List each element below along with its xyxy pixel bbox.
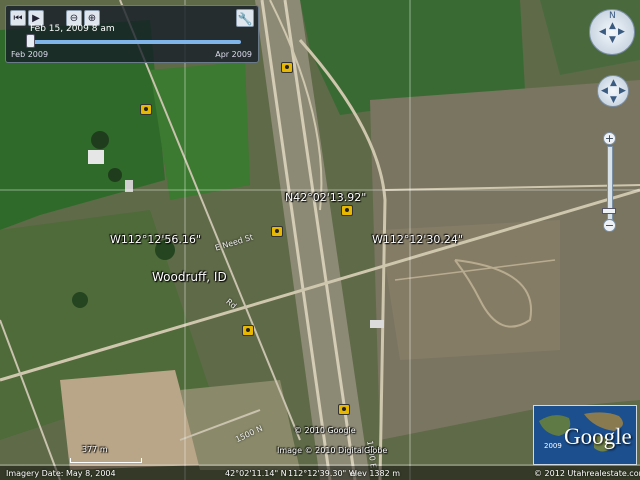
- time-slider-track[interactable]: [26, 40, 241, 44]
- current-date: Feb 15, 2009 8 am: [30, 24, 115, 34]
- pan-right-icon[interactable]: ▶: [619, 87, 626, 96]
- time-start-label: Feb 2009: [11, 50, 49, 59]
- copyright-digitalglobe: Image © 2010 DigitalGlobe: [277, 446, 388, 455]
- longitude-label-right: W112°12'30.24": [372, 233, 463, 246]
- pointer-longitude: 112°12'39.30" W: [288, 469, 357, 478]
- wrench-icon[interactable]: 🔧: [236, 9, 254, 27]
- camera-icon[interactable]: [242, 325, 254, 336]
- tilt-down-icon[interactable]: ▼: [609, 36, 616, 45]
- time-slider-thumb[interactable]: [26, 34, 36, 48]
- time-end-label: Apr 2009: [215, 50, 252, 59]
- camera-icon[interactable]: [338, 404, 350, 415]
- tilt-right-icon[interactable]: ▶: [618, 28, 625, 37]
- place-label-woodruff[interactable]: Woodruff, ID: [152, 270, 227, 284]
- north-icon[interactable]: N: [609, 12, 616, 21]
- overview-year: 2009: [544, 442, 562, 450]
- pan-left-icon[interactable]: ◀: [601, 87, 608, 96]
- pan-control-icon[interactable]: ▲ ◀ ▶ ▼: [597, 75, 629, 107]
- camera-icon[interactable]: [140, 104, 152, 115]
- copyright-google: © 2010 Google: [294, 426, 356, 435]
- tilt-left-icon[interactable]: ◀: [599, 28, 606, 37]
- step-back-icon[interactable]: ⏮: [10, 10, 26, 26]
- longitude-label-left: W112°12'56.16": [110, 233, 201, 246]
- camera-icon[interactable]: [281, 62, 293, 73]
- scale-label: 377 m: [82, 445, 108, 454]
- pan-down-icon[interactable]: ▼: [610, 96, 617, 105]
- zoom-out-icon[interactable]: −: [603, 219, 616, 232]
- zoom-in-icon[interactable]: +: [603, 132, 616, 145]
- compass-icon[interactable]: N ▲ ◀ ▶ ▼: [589, 9, 635, 55]
- status-bar: Imagery Date: May 8, 2004 42°02'11.14" N…: [0, 466, 640, 480]
- zoom-slider-thumb[interactable]: [602, 208, 616, 214]
- tilt-up-icon[interactable]: ▲: [609, 22, 616, 31]
- overview-map[interactable]: Google 2009: [533, 405, 637, 465]
- latitude-label: N42°02'13.92": [285, 191, 367, 204]
- pointer-elevation: elev 1382 m: [350, 469, 401, 478]
- pointer-latitude: 42°02'11.14" N: [225, 469, 287, 478]
- pan-up-icon[interactable]: ▲: [610, 79, 617, 88]
- camera-icon[interactable]: [341, 205, 353, 216]
- camera-icon[interactable]: [271, 226, 283, 237]
- imagery-date: Imagery Date: May 8, 2004: [6, 469, 116, 478]
- google-logo: Google: [564, 424, 632, 449]
- time-slider-panel: ⏮ ▶ ⊖ ⊕ Feb 15, 2009 8 am Feb 2009 Apr 2…: [5, 5, 259, 63]
- copyright-utahrealestate: © 2012 Utahrealestate.com: [534, 469, 640, 478]
- scale-bar: [70, 458, 142, 463]
